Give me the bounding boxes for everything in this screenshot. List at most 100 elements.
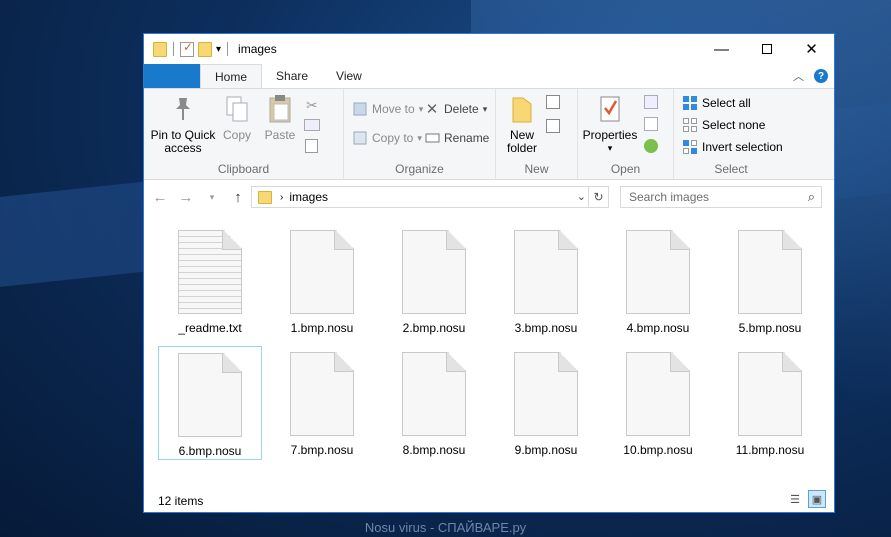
file-name: 9.bmp.nosu [514,443,578,457]
file-icon [178,353,242,437]
view-buttons: ☰ ▣ [786,490,826,508]
clipboard-group-label: Clipboard [217,162,270,176]
close-button[interactable]: ✕ [789,34,834,64]
breadcrumb-images[interactable]: images [289,190,328,204]
chevron-down-icon: ▾ [417,132,422,143]
file-item[interactable]: 6.bmp.nosu [158,346,262,460]
back-arrow-icon[interactable]: ← [152,189,168,206]
file-grid: _readme.txt 1.bmp.nosu 2.bmp.nosu 3.bmp.nos… [158,224,826,460]
search-box[interactable]: Search images ⌕ [620,186,822,208]
tab-share[interactable]: Share [262,64,322,88]
file-item[interactable]: 4.bmp.nosu [606,224,710,338]
file-item[interactable]: 2.bmp.nosu [382,224,486,338]
file-name: 3.bmp.nosu [514,321,578,335]
copy-to-button[interactable]: Copy to ▾ [352,130,422,146]
copy-path-icon[interactable] [304,119,320,131]
file-item[interactable]: 7.bmp.nosu [270,346,374,460]
organize-group: Move to ▾ Copy to ▾ ✕ Delete ▾ Rename Or… [344,89,496,179]
select-none-label: Select none [702,118,766,132]
properties-button[interactable]: Properties ▾ [582,93,638,155]
folder-icon [258,190,272,204]
paste-button[interactable]: Paste [262,93,298,142]
file-icon [514,352,578,436]
file-item[interactable]: 10.bmp.nosu [606,346,710,460]
tab-home[interactable]: Home [200,64,263,88]
up-arrow-icon[interactable]: ↑ [230,189,246,206]
refresh-icon[interactable]: ↻ [588,187,608,207]
title-bar[interactable]: ✓ ▾ images — ✕ [144,34,834,64]
select-all-icon [682,95,698,111]
file-name: 10.bmp.nosu [623,443,693,457]
qat-separator [227,42,229,56]
chevron-down-icon: ▾ [482,103,488,114]
open-icon[interactable] [644,95,658,109]
help-icon[interactable]: ? [814,69,828,83]
file-icon [402,352,466,436]
invert-selection-button[interactable]: Invert selection [682,139,783,155]
large-icons-view-icon[interactable]: ▣ [808,490,826,508]
pin-label: Pin to Quick access [150,128,216,155]
history-icon[interactable] [644,139,658,153]
pin-quick-access-button[interactable]: Pin to Quick access [150,93,216,155]
copy-button[interactable]: Copy [220,93,254,142]
file-name: 8.bmp.nosu [402,443,466,457]
tab-view[interactable]: View [322,64,376,88]
file-name: 1.bmp.nosu [290,321,354,335]
move-to-label: Move to [372,102,415,116]
search-input[interactable]: Search images [629,190,709,204]
file-name: 4.bmp.nosu [626,321,690,335]
new-folder-button[interactable]: New folder [502,93,542,155]
qat-separator [173,42,174,56]
recent-locations-icon[interactable]: ▾ [204,192,220,203]
maximize-icon [761,44,772,54]
rename-button[interactable]: Rename [424,130,489,146]
properties-checkbox-icon[interactable]: ✓ [180,40,194,57]
easy-access-icon[interactable] [546,119,560,133]
forward-arrow-icon[interactable]: → [178,189,194,206]
select-none-button[interactable]: Select none [682,117,765,133]
address-dropdown-icon[interactable]: ⌄ [577,190,586,203]
edit-icon[interactable] [644,117,658,131]
window-controls: — ✕ [699,34,834,64]
move-to-button[interactable]: Move to ▾ [352,101,423,117]
maximize-button[interactable] [744,34,789,64]
new-group-label: New [524,162,549,176]
file-item[interactable]: 3.bmp.nosu [494,224,598,338]
invert-selection-icon [682,139,698,155]
customize-qat-icon[interactable]: ▾ [216,44,221,55]
quick-access-toolbar: ✓ ▾ [144,40,230,57]
items-count: 12 items [158,494,204,508]
window-title: images [238,42,277,56]
new-item-icon[interactable] [546,95,560,109]
file-name: 2.bmp.nosu [402,321,466,335]
new-group: New folder New [496,89,578,179]
move-to-icon [352,101,368,117]
new-folder-icon [507,93,537,125]
copy-to-label: Copy to [372,131,414,145]
file-item[interactable]: 1.bmp.nosu [270,224,374,338]
ribbon-tabs: File Home Share View ︿ ? [144,64,834,178]
rename-label: Rename [444,131,490,145]
file-icon [514,230,578,314]
new-folder-icon[interactable] [198,41,212,57]
file-item[interactable]: 5.bmp.nosu [718,224,822,338]
invert-selection-label: Invert selection [702,140,783,154]
paste-icon [265,93,295,125]
minimize-button[interactable]: — [699,34,744,64]
cut-icon[interactable]: ✂ [306,97,318,114]
select-group-label: Select [714,162,748,176]
rename-icon [424,130,440,146]
file-icon [290,230,354,314]
file-item[interactable]: _readme.txt [158,224,262,338]
details-view-icon[interactable]: ☰ [786,490,804,508]
watermark: Nosu virus - СПАЙВАРЕ.ру [364,520,527,535]
file-item[interactable]: 8.bmp.nosu [382,346,486,460]
collapse-ribbon-icon[interactable]: ︿ [793,68,804,84]
select-all-button[interactable]: Select all [682,95,751,111]
paste-shortcut-icon[interactable] [305,139,318,153]
delete-button[interactable]: ✕ Delete ▾ [424,101,488,118]
chevron-down-icon: ▾ [418,103,424,114]
file-item[interactable]: 11.bmp.nosu [718,346,822,460]
address-bar[interactable]: › images ⌄ ↻ [251,186,609,208]
file-item[interactable]: 9.bmp.nosu [494,346,598,460]
